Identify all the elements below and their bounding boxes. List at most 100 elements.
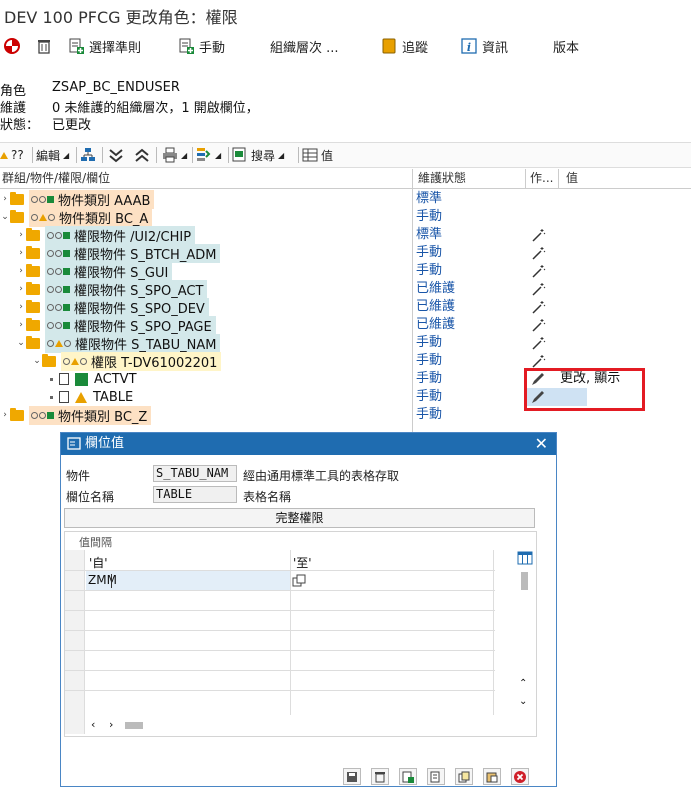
col-header-value[interactable]: 值 <box>566 169 578 188</box>
paste-button[interactable] <box>483 768 501 785</box>
edit-menu-button[interactable]: 編輯 ◢ <box>36 145 69 165</box>
tree-row[interactable]: › 權限物件 S_SPO_PAGE 已維護 <box>0 315 691 335</box>
magic-wand-icon[interactable] <box>530 300 546 314</box>
magic-wand-icon[interactable] <box>530 228 546 242</box>
scroll-thumb[interactable] <box>125 722 143 729</box>
version-label: 版本 <box>553 40 580 56</box>
column-settings-icon[interactable] <box>517 551 533 565</box>
save-button[interactable] <box>343 768 361 785</box>
bullet-icon <box>50 395 53 399</box>
tree-row[interactable]: › 權限物件 S_SPO_DEV 已維護 <box>0 297 691 317</box>
object-label: 物件 <box>66 469 91 483</box>
collapse-arrow-icon[interactable]: ⌄ <box>0 212 10 222</box>
folder-open-icon <box>26 335 40 349</box>
chevron-down-icon[interactable]: ⌄ <box>519 696 527 707</box>
expand-arrow-icon[interactable]: › <box>16 302 26 312</box>
scroll-thumb[interactable] <box>521 572 528 590</box>
expand-button[interactable] <box>108 145 124 165</box>
maintenance-status: 標準 <box>416 227 443 242</box>
col-header-action[interactable]: 作... <box>530 169 553 188</box>
expand-arrow-icon[interactable]: › <box>16 266 26 276</box>
tree-row[interactable]: › 權限物件 /UI2/CHIP 標準 <box>0 225 691 245</box>
status-lights-icon <box>47 249 70 257</box>
trace-button[interactable]: 追蹤 <box>381 34 428 58</box>
magic-wand-icon[interactable] <box>530 264 546 278</box>
magic-wand-icon[interactable] <box>530 246 546 260</box>
delete-button[interactable] <box>36 34 52 58</box>
tree-node-label: 物件類別 AAAB <box>58 193 151 209</box>
chevron-right-icon[interactable]: › <box>109 718 113 731</box>
magic-wand-icon[interactable] <box>530 318 546 332</box>
expand-arrow-icon[interactable]: › <box>16 248 26 258</box>
col-header-to[interactable]: '至' <box>293 554 312 571</box>
folder-icon <box>10 407 24 421</box>
chevron-left-icon[interactable]: ‹ <box>91 718 95 731</box>
select-rows-button[interactable] <box>427 768 445 785</box>
tree-node-label: 權限物件 S_SPO_DEV <box>74 301 205 317</box>
printer-icon <box>163 147 177 163</box>
value-button[interactable]: 值 <box>302 145 333 165</box>
magic-wand-icon[interactable] <box>530 354 546 368</box>
collapse-arrow-icon[interactable]: ⌄ <box>16 338 26 348</box>
tree-row[interactable]: ⌄ 權限物件 S_TABU_NAM 手動 <box>0 333 691 353</box>
field-values-dialog: 欄位值 ✕ 物件 S_TABU_NAM 經由通用標準工具的表格存取 欄位名稱 T… <box>60 432 557 787</box>
object-field: S_TABU_NAM <box>153 465 237 482</box>
tree-row[interactable]: › 權限物件 S_SPO_ACT 已維護 <box>0 279 691 299</box>
manual-button[interactable]: 手動 <box>178 34 225 58</box>
role-menu-button[interactable] <box>4 34 20 58</box>
tree-node-label: 權限 T-DV61002201 <box>91 355 218 371</box>
vertical-scrollbar[interactable]: ⌃ ⌄ <box>519 572 531 716</box>
multiple-selection-icon[interactable] <box>292 574 306 587</box>
expand-arrow-icon[interactable]: › <box>16 284 26 294</box>
tree-row[interactable]: › 物件類別 AAAB 標準 <box>0 189 691 209</box>
tree-row[interactable]: › 權限物件 S_BTCH_ADM 手動 <box>0 243 691 263</box>
structure-button[interactable] <box>80 145 96 165</box>
filter-button[interactable]: ◢ <box>196 145 221 165</box>
legend-button[interactable]: ?? <box>0 145 24 165</box>
print-button[interactable]: ◢ <box>162 145 187 165</box>
svg-text:i: i <box>467 41 471 54</box>
main-toolbar: 選擇準則 手動 組織層次 ... 追蹤 i 資訊 版本 <box>0 34 691 60</box>
tree-node-label: ACTVT <box>94 371 137 387</box>
info-button[interactable]: i 資訊 <box>461 34 508 58</box>
magic-wand-icon[interactable] <box>530 336 546 350</box>
full-authorization-button[interactable]: 完整權限 <box>64 508 535 528</box>
interval-label: 值間隔 <box>79 536 112 549</box>
folder-icon <box>10 191 24 205</box>
tree-row[interactable]: ⌄ 物件類別 BC_A 手動 <box>0 207 691 227</box>
insert-row-button[interactable] <box>399 768 417 785</box>
search-button[interactable]: 搜尋 ◢ <box>232 145 284 165</box>
select-criteria-button[interactable]: 選擇準則 <box>68 34 141 58</box>
collapse-button[interactable] <box>134 145 150 165</box>
field-name-description: 表格名稱 <box>243 490 292 504</box>
bookmark-icon <box>382 38 396 54</box>
folder-open-icon <box>42 353 56 367</box>
col-header-status[interactable]: 維護狀態 <box>418 169 466 188</box>
magic-wand-icon[interactable] <box>530 282 546 296</box>
from-value-cell[interactable]: ZMM <box>86 571 290 590</box>
folder-icon <box>26 281 40 295</box>
copy-button[interactable] <box>455 768 473 785</box>
expand-arrow-icon[interactable]: › <box>0 410 10 420</box>
collapse-arrow-icon[interactable]: ⌄ <box>32 356 42 366</box>
field-name-label: 欄位名稱 <box>66 490 115 504</box>
edit-label: 編輯 <box>36 148 61 163</box>
close-icon[interactable]: ✕ <box>535 433 548 455</box>
horizontal-scrollbar[interactable]: ‹ › <box>85 718 205 734</box>
version-button[interactable]: 版本 <box>553 34 579 58</box>
warning-status-icon <box>75 391 87 403</box>
tree-row[interactable]: › 權限物件 S_GUI 手動 <box>0 261 691 281</box>
to-value-cell[interactable] <box>291 571 493 590</box>
expand-arrow-icon[interactable]: › <box>16 320 26 330</box>
trace-label: 追蹤 <box>402 40 429 56</box>
dialog-title-bar[interactable]: 欄位值 ✕ <box>61 433 556 455</box>
col-header-from[interactable]: '自' <box>89 554 108 571</box>
cancel-button[interactable] <box>511 768 529 785</box>
org-levels-button[interactable]: 組織層次 ... <box>270 34 339 58</box>
green-status-icon <box>75 372 88 386</box>
col-header-tree[interactable]: 群組/物件/權限/欄位 <box>2 169 110 188</box>
delete-row-button[interactable] <box>371 768 389 785</box>
expand-arrow-icon[interactable]: › <box>0 194 10 204</box>
expand-arrow-icon[interactable]: › <box>16 230 26 240</box>
chevron-up-icon[interactable]: ⌃ <box>519 678 527 689</box>
